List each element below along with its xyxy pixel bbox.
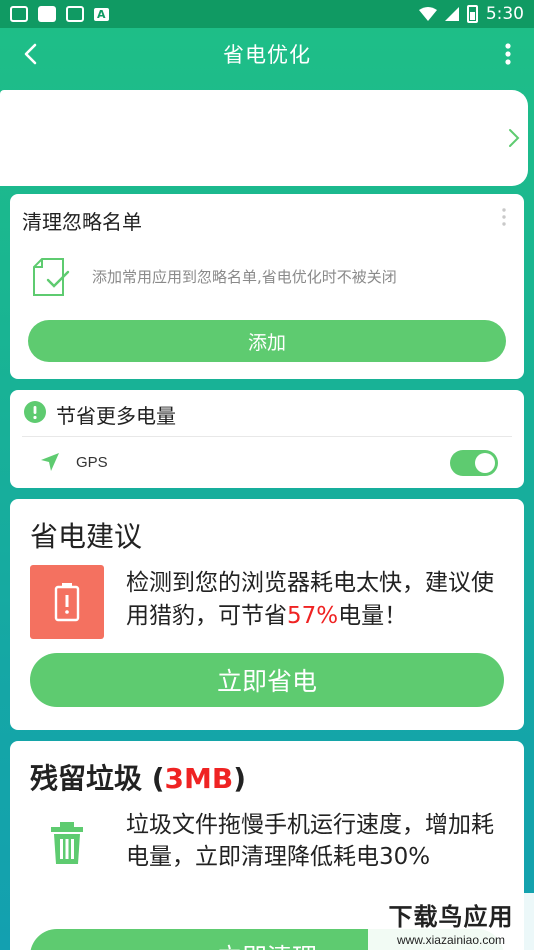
more-vert-icon[interactable] bbox=[502, 208, 506, 226]
navigation-arrow-icon bbox=[41, 453, 59, 471]
status-time: 5:30 bbox=[485, 4, 524, 24]
back-button[interactable] bbox=[14, 38, 46, 70]
watermark-main: 下载鸟应用 bbox=[388, 902, 514, 931]
ignore-list-description: 添加常用应用到忽略名单,省电优化时不被关闭 bbox=[92, 268, 397, 286]
battery-warning-tile bbox=[30, 565, 104, 639]
app-header: 省电优化 bbox=[0, 28, 534, 80]
junk-title-prefix: 残留垃圾 ( bbox=[30, 762, 165, 795]
document-check-icon bbox=[33, 258, 70, 296]
battery-icon bbox=[466, 5, 478, 23]
wifi-icon bbox=[418, 7, 437, 21]
clipboard-icon bbox=[66, 6, 84, 22]
status-bar: A 5:30 bbox=[0, 0, 534, 28]
trash-icon bbox=[51, 822, 83, 864]
divider bbox=[22, 436, 512, 437]
save-more-title: 节省更多电量 bbox=[56, 404, 176, 428]
notification-icon bbox=[38, 6, 56, 22]
top-banner-card[interactable] bbox=[0, 90, 528, 186]
junk-title-suffix: ) bbox=[233, 762, 247, 795]
advice-text: 检测到您的浏览器耗电太快，建议使用猎豹，可节省57%电量！ bbox=[126, 567, 504, 633]
advice-text-end: 电量！ bbox=[338, 603, 408, 629]
more-menu-button[interactable] bbox=[496, 38, 520, 70]
advice-percent: 57% bbox=[287, 603, 339, 629]
junk-title: 残留垃圾 (3MB) bbox=[30, 757, 246, 797]
a-letter-icon: A bbox=[94, 7, 109, 21]
chevron-right-icon bbox=[509, 129, 520, 147]
chevron-left-icon bbox=[24, 43, 37, 65]
toggle-knob bbox=[475, 453, 495, 473]
gps-label: GPS bbox=[76, 454, 108, 471]
signal-icon bbox=[444, 7, 459, 21]
page-title: 省电优化 bbox=[223, 43, 311, 67]
advice-title: 省电建议 bbox=[30, 520, 143, 553]
junk-size: 3MB bbox=[164, 762, 234, 795]
alert-icon bbox=[24, 401, 46, 423]
junk-text: 垃圾文件拖慢手机运行速度，增加耗电量，立即清理降低耗电30% bbox=[126, 812, 494, 870]
battery-saver-icon bbox=[10, 6, 28, 22]
save-more-card: 节省更多电量 GPS bbox=[10, 390, 524, 488]
save-power-button[interactable]: 立即省电 bbox=[30, 653, 504, 707]
watermark-url: www.xiazainiao.com bbox=[396, 932, 506, 947]
ignore-list-card: 清理忽略名单 添加常用应用到忽略名单,省电优化时不被关闭 添加 bbox=[10, 194, 524, 379]
battery-warning-icon bbox=[54, 583, 80, 622]
gps-toggle[interactable] bbox=[450, 450, 498, 476]
site-watermark: 下载鸟应用 www.xiazainiao.com bbox=[368, 893, 534, 950]
ignore-list-title: 清理忽略名单 bbox=[22, 210, 142, 234]
add-button[interactable]: 添加 bbox=[28, 320, 506, 362]
power-advice-card: 省电建议 检测到您的浏览器耗电太快，建议使用猎豹，可节省57%电量！ 立即省电 bbox=[10, 499, 524, 730]
more-vert-icon bbox=[505, 43, 511, 65]
